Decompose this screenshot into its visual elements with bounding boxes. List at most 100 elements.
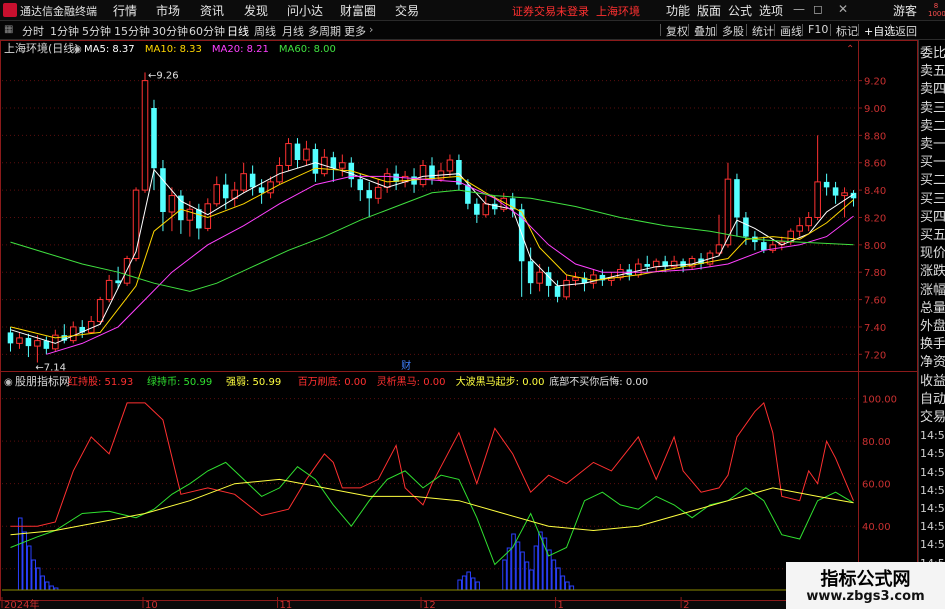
price-tick-label: 8.80 — [864, 131, 886, 142]
candle-body-down — [357, 179, 364, 191]
candle-body-up — [634, 263, 642, 276]
time-tick-label: 12 — [423, 600, 436, 609]
indicator-volume-bar — [17, 517, 23, 591]
period-monthly[interactable]: 月线 — [282, 23, 304, 39]
period-intraday[interactable]: 分时 — [22, 23, 44, 39]
quote-field-label[interactable]: 买四 — [920, 209, 945, 227]
quote-field-label[interactable]: 买五 — [920, 227, 945, 245]
indicator-volume-bar — [475, 581, 480, 591]
menu-trade[interactable]: 交易 — [395, 2, 419, 19]
quote-field-label[interactable]: 14:56 — [920, 536, 945, 554]
close-icon[interactable]: ✕ — [838, 2, 848, 16]
quote-field-label[interactable]: 卖五 — [920, 63, 945, 81]
menu-layout[interactable]: 版面 — [697, 2, 721, 19]
candle-body-up — [482, 203, 490, 216]
quote-field-label[interactable]: 14:56 — [920, 464, 945, 482]
period-weekly[interactable]: 周线 — [254, 23, 276, 39]
btn-back[interactable]: 返回 — [893, 22, 919, 40]
grid-icon[interactable]: ▦ — [4, 24, 13, 35]
candle-body-down — [734, 179, 740, 218]
btn-multi-stock[interactable]: 多股 — [720, 22, 746, 40]
login-status: 证券交易未登录 上海环境 — [512, 3, 640, 19]
quote-field-label[interactable]: 买一 — [920, 154, 945, 172]
indicator-volume-bar — [457, 579, 462, 591]
quote-field-label[interactable]: 买二 — [920, 172, 945, 190]
menu-ask[interactable]: 问小达 — [287, 2, 323, 19]
quote-field-label[interactable]: 自动 — [920, 391, 945, 409]
menu-market[interactable]: 市场 — [156, 2, 180, 19]
restore-icon[interactable]: ◻ — [813, 2, 823, 16]
quote-field-label[interactable]: 交易 — [920, 409, 945, 427]
quote-field-label[interactable]: 14:56 — [920, 482, 945, 500]
candle-body-up — [267, 181, 274, 194]
period-multi[interactable]: 多周期 — [308, 23, 341, 39]
candle-body-down — [761, 242, 767, 251]
price-tick-label: 7.40 — [864, 323, 886, 334]
quote-field-label[interactable]: 买三 — [920, 191, 945, 209]
indicator-volume-bar — [35, 567, 41, 591]
quote-field-label[interactable]: 换手 — [920, 336, 945, 354]
quote-field-label[interactable]: 14:56 — [920, 518, 945, 536]
menu-formula[interactable]: 公式 — [728, 2, 752, 19]
more-chevron-icon[interactable]: › — [369, 23, 373, 36]
quote-field-label[interactable]: 总量 — [920, 300, 945, 318]
candle-body-down — [823, 181, 830, 188]
period-daily[interactable]: 日线 — [227, 23, 249, 39]
user-label[interactable]: 游客 — [893, 2, 917, 19]
period-15min[interactable]: 15分钟 — [114, 23, 150, 39]
quote-field-label[interactable]: 14:56 — [920, 445, 945, 463]
btn-draw[interactable]: 画线 — [778, 22, 804, 40]
btn-add-favorite[interactable]: +自选 — [862, 22, 897, 40]
btn-overlay[interactable]: 叠加 — [692, 22, 718, 40]
quote-field-label[interactable]: 涨跌 — [920, 263, 945, 281]
period-more[interactable]: 更多 — [344, 23, 366, 39]
candle-body-up — [132, 189, 140, 260]
indicator-volume-bar — [466, 571, 471, 591]
btn-mark[interactable]: 标记 — [834, 22, 860, 40]
candle-body-down — [527, 261, 534, 284]
candle-body-up — [240, 173, 247, 191]
btn-adjust[interactable]: 复权 — [664, 22, 690, 40]
quote-field-label[interactable]: 卖二 — [920, 118, 945, 136]
quote-field-label[interactable]: 净资 — [920, 354, 945, 372]
ma-legend-3: MA20: 8.21 — [212, 44, 269, 55]
btn-stats[interactable]: 统计 — [750, 22, 776, 40]
period-1min[interactable]: 1分钟 — [50, 23, 79, 39]
quote-field-label[interactable]: 涨幅 — [920, 282, 945, 300]
indicator-legend-1: 红持股: 51.93 — [68, 375, 133, 388]
minimize-icon[interactable]: — — [793, 2, 805, 16]
quote-field-label[interactable]: 卖三 — [920, 100, 945, 118]
finance-marker: 财 — [401, 359, 411, 372]
quote-field-label[interactable]: 卖四 — [920, 81, 945, 99]
price-tick-label: 7.80 — [864, 268, 886, 279]
menu-options[interactable]: 选项 — [759, 2, 783, 19]
period-5min[interactable]: 5分钟 — [82, 23, 111, 39]
btn-f10[interactable]: F10 — [806, 22, 830, 37]
menu-discover[interactable]: 发现 — [244, 2, 268, 19]
app-logo-icon — [3, 3, 17, 17]
time-axis-strip — [0, 601, 918, 609]
candle-body-down — [429, 165, 435, 180]
quote-field-label[interactable]: 委比 — [920, 45, 945, 63]
candle-body-up — [374, 186, 382, 199]
quote-side-panel: 委比 卖五 卖四 卖三 卖二 卖一 买一 买二 买三 买四 买五 现价 涨跌 涨幅 总量 外盘 换手 净资 收益 自动… — [918, 40, 945, 600]
watermark-url: www.zbgs3.com — [806, 589, 925, 604]
period-30min[interactable]: 30分钟 — [152, 23, 188, 39]
menu-news[interactable]: 资讯 — [200, 2, 224, 19]
quote-field-label[interactable]: 14:56 — [920, 500, 945, 518]
quote-field-label[interactable]: 外盘 — [920, 318, 945, 336]
candle-body-up — [96, 299, 104, 322]
quote-field-label[interactable]: 现价 — [920, 245, 945, 263]
indicator-legend-5: 灵析黑马: 0.00 — [377, 375, 446, 388]
quote-field-label[interactable]: 收益 — [920, 373, 945, 391]
menu-function[interactable]: 功能 — [666, 2, 690, 19]
candle-body-down — [554, 285, 561, 297]
time-tick-label: 1 — [558, 600, 564, 609]
menu-wealth[interactable]: 财富圈 — [340, 2, 376, 19]
quote-field-label[interactable]: 14:56 — [920, 427, 945, 445]
toolbar-separator — [660, 24, 661, 36]
quote-field-label[interactable]: 卖一 — [920, 136, 945, 154]
menu-market-quotes[interactable]: 行情 — [113, 2, 137, 19]
candle-body-up — [16, 337, 23, 344]
period-60min[interactable]: 60分钟 — [189, 23, 225, 39]
